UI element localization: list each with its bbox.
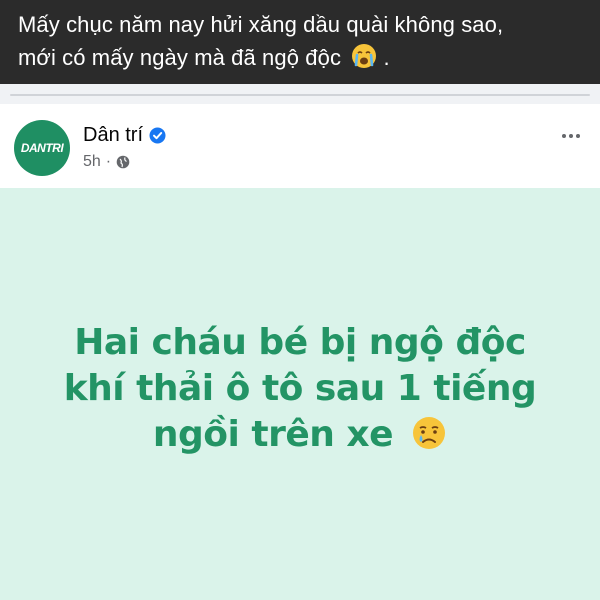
more-dot [569,134,573,138]
more-dot [576,134,580,138]
headline-line-2: khí thải ô tô sau 1 tiếng [63,368,537,409]
logo-text: DANTRI [20,141,64,155]
post-text-card: Hai cháu bé bị ngộ độc khí thải ô tô sau… [0,188,600,600]
caption-line-2-text: mới có mấy ngày mà đã ngộ độc [18,45,342,70]
caption-line-2: mới có mấy ngày mà đã ngộ độc . [18,41,582,78]
page-name-link[interactable]: Dân trí [83,124,166,147]
feed-divider [0,84,600,104]
more-options-icon [562,134,566,138]
post-meta: 5h · [83,153,130,171]
dantri-logo[interactable]: DANTRI [14,120,70,176]
headline-line-1: Hai cháu bé bị ngộ độc [74,322,526,363]
page-name: Dân trí [83,124,144,146]
globe-icon [116,155,130,169]
more-options-button[interactable] [556,126,586,146]
meme-caption-bar: Mấy chục năm nay hửi xăng dầu quài không… [0,0,600,84]
verified-badge-icon [149,127,166,144]
post-headline: Hai cháu bé bị ngộ độc khí thải ô tô sau… [0,320,600,463]
divider-line [10,94,590,96]
meta-separator: · [105,153,112,170]
post-time[interactable]: 5h [83,153,101,171]
caption-line-1: Mấy chục năm nay hửi xăng dầu quài không… [18,12,504,37]
caption-line-2-end: . [383,45,390,70]
crying-face-icon [351,43,377,78]
headline-line-3: ngồi trên xe [152,414,394,455]
post-header: DANTRI Dân trí 5h · [0,104,600,188]
sad-tear-face-icon [411,415,447,463]
headline-line-3-wrap: ngồi trên xe [0,412,600,463]
